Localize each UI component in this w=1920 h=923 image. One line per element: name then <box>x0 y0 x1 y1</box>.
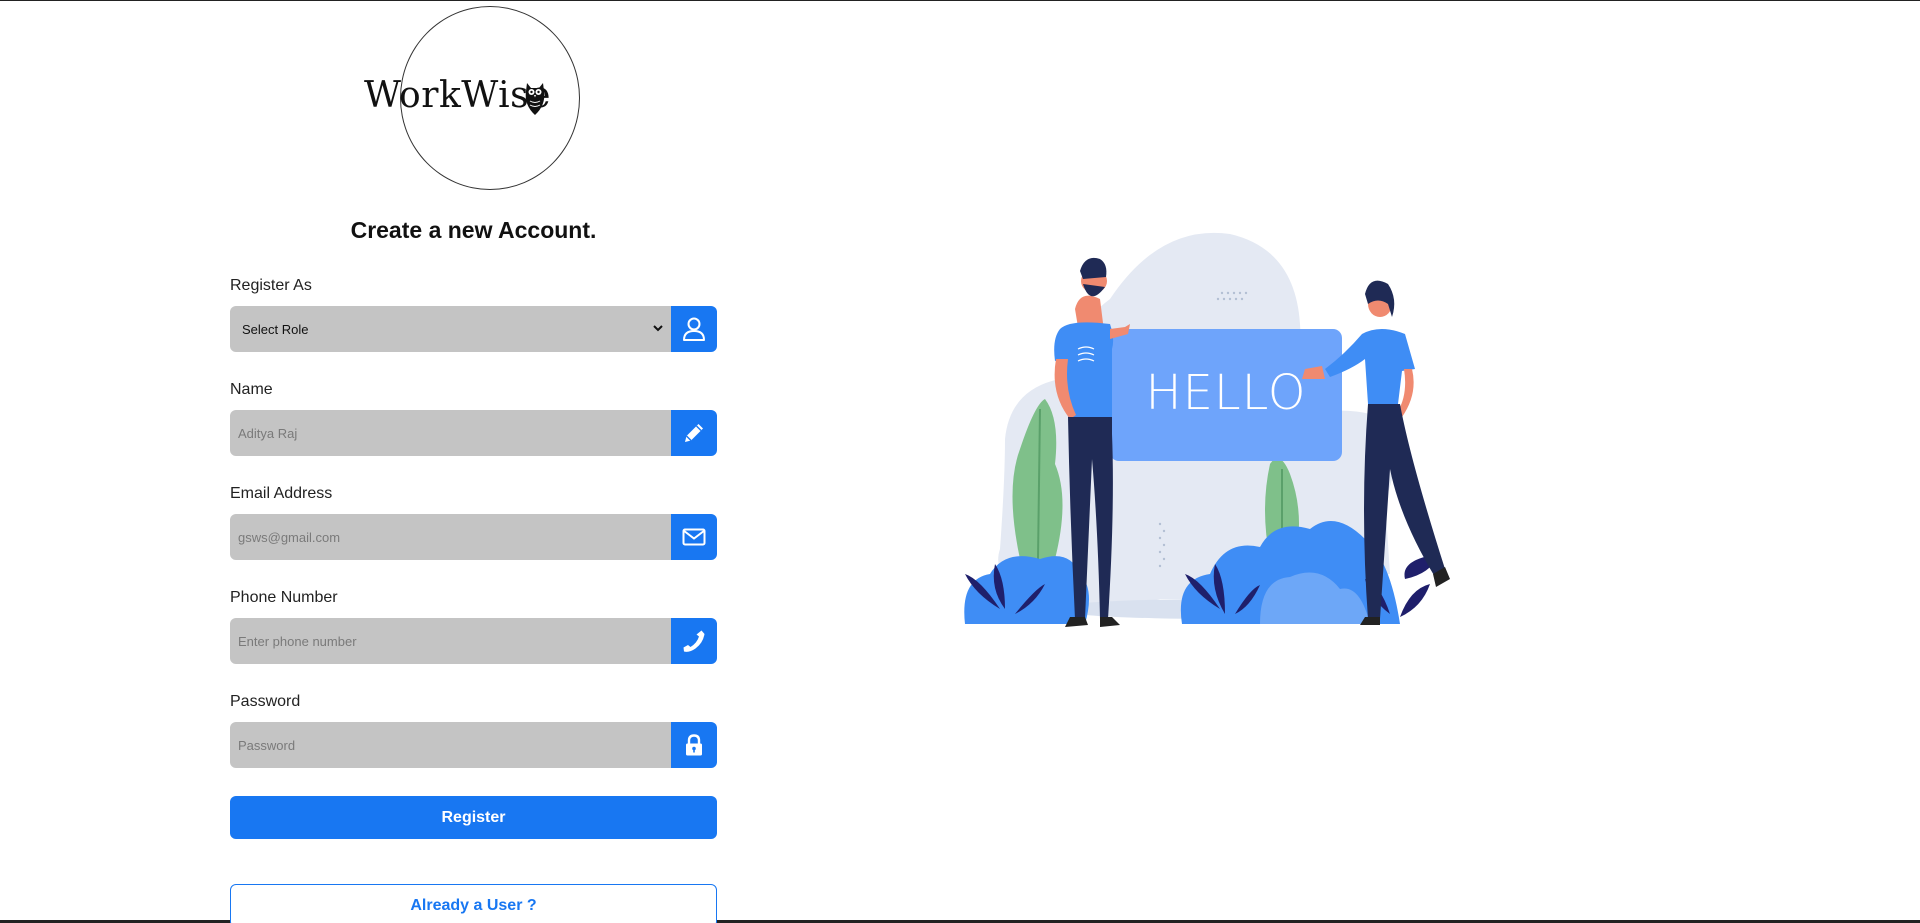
password-input-placeholder: Password <box>238 737 296 753</box>
role-label: Register As <box>230 277 312 294</box>
envelope-icon <box>671 514 717 560</box>
email-label: Email Address <box>230 485 333 502</box>
phone-icon <box>671 618 717 664</box>
email-input[interactable]: gsws@gmail.com <box>230 514 671 560</box>
email-input-placeholder: gsws@gmail.com <box>238 529 341 545</box>
phone-label: Phone Number <box>230 589 338 606</box>
already-user-button[interactable]: Already a User ? <box>230 884 717 923</box>
user-icon <box>671 306 717 352</box>
lock-icon <box>671 722 717 768</box>
registration-form: Register As Select Role Name Aditya Raj <box>230 276 717 923</box>
owl-icon <box>525 83 545 115</box>
chevron-down-icon <box>653 325 663 332</box>
register-button[interactable]: Register <box>230 796 717 839</box>
password-label: Password <box>230 693 301 710</box>
name-label: Name <box>230 381 273 398</box>
hello-illustration: HELLO <box>964 232 1450 627</box>
password-field: Password <box>230 722 717 768</box>
role-select-value: Select Role <box>242 321 309 337</box>
role-field: Select Role <box>230 306 717 352</box>
name-field: Aditya Raj <box>230 410 717 456</box>
brand-logo-text: WorkWise <box>364 75 551 116</box>
name-input-placeholder: Aditya Raj <box>238 425 298 441</box>
name-input[interactable]: Aditya Raj <box>230 410 671 456</box>
email-field: gsws@gmail.com <box>230 514 717 560</box>
phone-field: Enter phone number <box>230 618 717 664</box>
registration-page: WorkWise Create a new Account. Register … <box>0 0 1920 923</box>
role-select[interactable]: Select Role <box>230 306 671 352</box>
page-title: Create a new Account. <box>350 217 597 243</box>
phone-input-placeholder: Enter phone number <box>238 633 357 649</box>
phone-input[interactable]: Enter phone number <box>230 618 671 664</box>
password-input[interactable]: Password <box>230 722 671 768</box>
sign-text: HELLO <box>1146 365 1307 421</box>
pencil-icon <box>671 410 717 456</box>
